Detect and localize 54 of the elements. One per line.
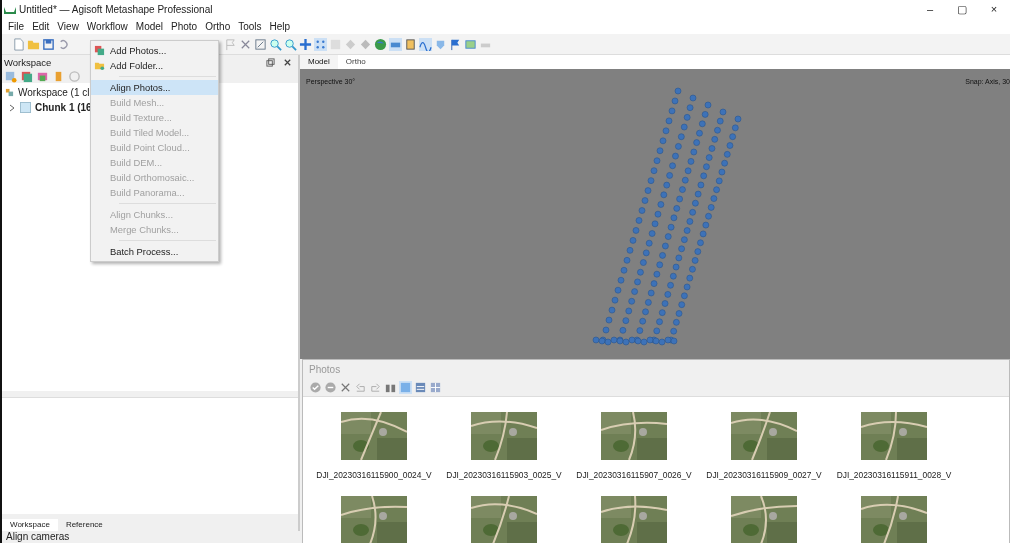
- points-icon[interactable]: [314, 37, 327, 51]
- wave-icon[interactable]: [419, 37, 432, 51]
- window-control[interactable]: ×: [978, 2, 1010, 16]
- menu-item[interactable]: View: [53, 20, 83, 32]
- add-chunk-icon[interactable]: [4, 69, 17, 83]
- menu-item[interactable]: Workflow: [82, 20, 132, 32]
- chunk-icon: [20, 102, 31, 113]
- photo-label: DJI_20230316115900_0024_V: [316, 470, 432, 480]
- window-control[interactable]: ▢: [946, 2, 978, 16]
- menu-option[interactable]: Add Photos...: [91, 43, 218, 58]
- menu-option[interactable]: Add Folder...: [91, 58, 218, 73]
- window-title: Untitled* — Agisoft Metashape Professional: [19, 3, 213, 15]
- image-icon[interactable]: [464, 37, 477, 51]
- large-icons-icon[interactable]: [399, 380, 412, 394]
- globe-icon[interactable]: [374, 37, 387, 51]
- frame-icon[interactable]: [254, 37, 267, 51]
- menu-item[interactable]: File: [4, 20, 29, 32]
- new-file-icon[interactable]: [12, 37, 25, 51]
- workspace-icon: [5, 88, 14, 97]
- panel-tab[interactable]: Reference: [57, 519, 111, 531]
- tree-item[interactable]: Workspace (1 cl: [18, 87, 90, 98]
- folder-icon: [94, 60, 105, 71]
- close-icon[interactable]: [283, 57, 292, 67]
- menu-option[interactable]: Align Photos...: [91, 80, 218, 95]
- save-icon[interactable]: [42, 37, 55, 51]
- menu-item[interactable]: Tools: [234, 20, 266, 32]
- flag-icon[interactable]: [449, 37, 462, 51]
- photo-label: DJI_20230316115911_0028_V: [836, 470, 952, 480]
- add-photos-icon: [94, 45, 105, 56]
- panel-tab[interactable]: Workspace: [2, 519, 58, 531]
- zoom-out-icon[interactable]: [284, 37, 297, 51]
- disable-icon[interactable]: [324, 380, 337, 394]
- panel-title: Workspace: [4, 56, 52, 68]
- add-photos-icon[interactable]: [20, 69, 33, 83]
- zoom-in-icon[interactable]: [269, 37, 282, 51]
- menu-item[interactable]: Edit: [28, 20, 54, 32]
- menu-item[interactable]: Ortho: [201, 20, 235, 32]
- menu-option[interactable]: Batch Process...: [91, 244, 218, 259]
- photo-label: DJI_20230316115903_0025_V: [446, 470, 562, 480]
- view-tab[interactable]: Ortho: [337, 55, 374, 69]
- status-text: Align cameras: [6, 531, 70, 542]
- photo-label: DJI_20230316115907_0026_V: [576, 470, 692, 480]
- details-icon[interactable]: [414, 380, 427, 394]
- float-icon[interactable]: [266, 57, 275, 67]
- menu-item[interactable]: Photo: [167, 20, 202, 32]
- panel-title: Photos: [309, 363, 341, 375]
- view-tab[interactable]: Model: [300, 55, 338, 69]
- window-control[interactable]: –: [914, 2, 946, 16]
- plus-icon[interactable]: [299, 37, 312, 51]
- menu-item[interactable]: Model: [131, 20, 168, 32]
- enable-icon[interactable]: [309, 380, 322, 394]
- menu-item[interactable]: Help: [265, 20, 295, 32]
- grid-icon[interactable]: [429, 380, 442, 394]
- photo-label: DJI_20230316115909_0027_V: [706, 470, 822, 480]
